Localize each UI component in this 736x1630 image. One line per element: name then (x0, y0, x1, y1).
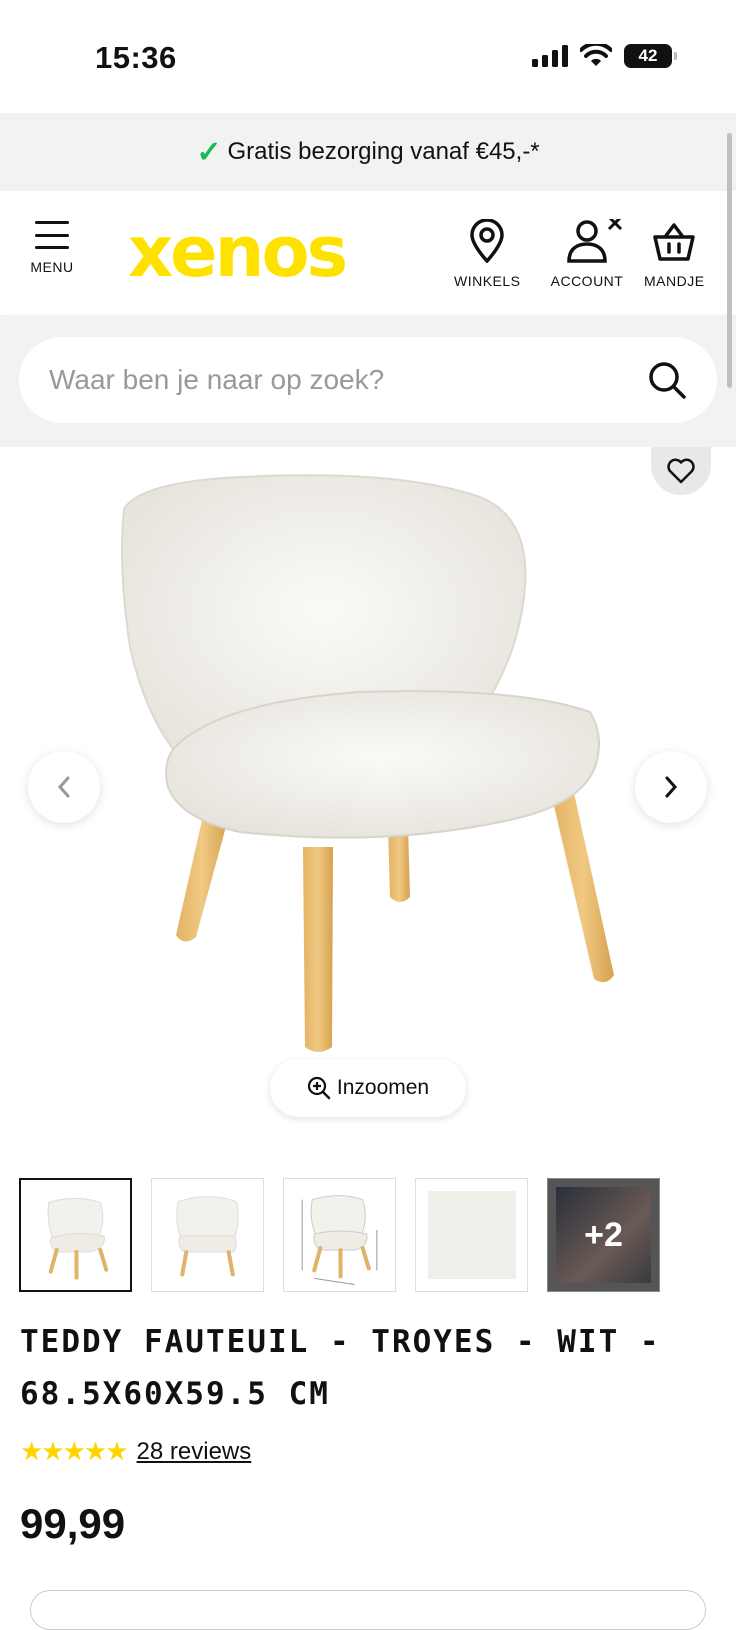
search-input[interactable] (49, 364, 647, 396)
account-button[interactable]: ACCOUNT (547, 219, 627, 289)
stores-button[interactable]: WINKELS (454, 219, 521, 289)
thumbnail-1[interactable] (19, 1178, 132, 1292)
battery-icon: 42 (624, 44, 677, 68)
zoom-button[interactable]: Inzoomen (270, 1059, 466, 1117)
thumbnail-image (47, 1197, 109, 1280)
status-bar: 15:36 42 (0, 0, 736, 113)
product-image[interactable] (0, 447, 736, 1087)
promo-text: Gratis bezorging vanaf €45,-* (227, 138, 540, 165)
hamburger-icon (35, 221, 69, 249)
thumbnail-image (176, 1196, 239, 1277)
zoom-label: Inzoomen (336, 1076, 430, 1099)
price: 99,99 (20, 1500, 126, 1547)
search-icon[interactable] (647, 360, 687, 400)
thumbnail-2[interactable] (151, 1178, 264, 1292)
next-image-button[interactable] (635, 751, 707, 823)
check-icon: ✓ (196, 135, 222, 169)
signal-icon (532, 45, 568, 67)
header: MENU xenos WINKELS ACCOUNT MANDJE (0, 191, 736, 315)
cart-label: MANDJE (644, 273, 705, 289)
wifi-icon (580, 44, 612, 66)
reviews-link[interactable]: 28 reviews (137, 1438, 252, 1466)
account-icon (567, 219, 623, 263)
search-box[interactable] (19, 337, 717, 423)
logo[interactable]: xenos (128, 211, 348, 293)
account-label: ACCOUNT (550, 273, 624, 289)
promo-bar[interactable]: ✓ Gratis bezorging vanaf €45,-* (0, 113, 736, 191)
more-images-count: +2 (584, 1215, 623, 1254)
option-selector[interactable] (30, 1590, 706, 1630)
thumbnail-strip: +2 (19, 1178, 660, 1292)
thumbnail-image (301, 1195, 378, 1285)
location-pin-icon (470, 219, 505, 263)
menu-label: MENU (30, 259, 74, 275)
rating: ★★★★★ 28 reviews (20, 1436, 251, 1467)
chevron-right-icon (665, 776, 678, 798)
status-time: 15:36 (95, 40, 177, 75)
basket-icon (653, 223, 696, 261)
thumbnail-4[interactable] (415, 1178, 528, 1292)
thumbnail-more[interactable]: +2 (547, 1178, 660, 1292)
page-scrollbar[interactable] (727, 133, 732, 388)
chevron-left-icon (57, 776, 70, 798)
fabric-swatch (428, 1191, 516, 1279)
heart-icon (667, 458, 695, 484)
cart-button[interactable]: MANDJE (644, 219, 705, 289)
zoom-in-icon (307, 1076, 331, 1100)
previous-image-button[interactable] (28, 751, 100, 823)
menu-button[interactable]: MENU (24, 221, 80, 275)
product-title: TEDDY FAUTEUIL - TROYES - WIT - 68.5X60X… (20, 1324, 661, 1412)
stores-label: WINKELS (454, 273, 521, 289)
search-section (0, 315, 736, 447)
status-icons: 42 (532, 44, 677, 68)
product-gallery: Inzoomen (0, 447, 736, 1147)
thumbnail-3[interactable] (283, 1178, 396, 1292)
star-rating-icon: ★★★★★ (20, 1436, 129, 1466)
